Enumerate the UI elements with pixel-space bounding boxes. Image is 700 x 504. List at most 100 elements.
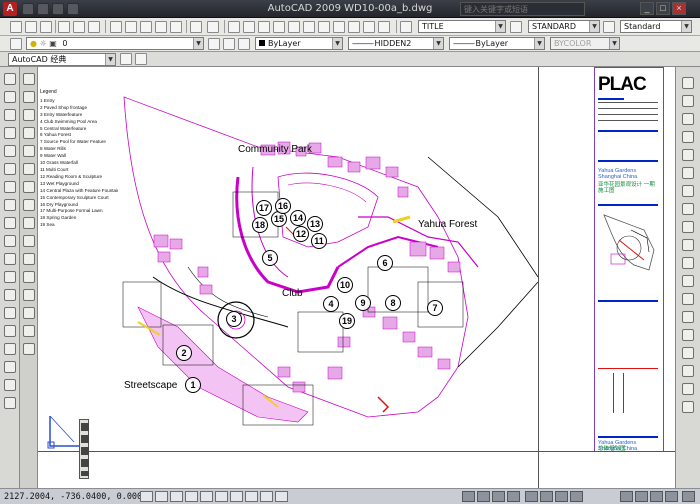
ortho-toggle[interactable] (170, 491, 183, 502)
ellipse-icon[interactable] (4, 235, 16, 247)
rectangle-icon[interactable] (4, 145, 16, 157)
redo-icon[interactable] (207, 21, 219, 33)
cut-icon[interactable] (110, 21, 122, 33)
snap-toggle[interactable] (140, 491, 153, 502)
pan-icon[interactable] (228, 21, 240, 33)
copy-object-icon[interactable] (23, 91, 35, 103)
arc-icon[interactable] (4, 163, 16, 175)
layer-states-icon[interactable] (238, 38, 250, 50)
properties-icon[interactable] (288, 21, 300, 33)
text-style-icon[interactable] (400, 21, 412, 33)
make-block-icon[interactable] (4, 289, 16, 301)
move-icon[interactable] (23, 163, 35, 175)
layer-previous-icon[interactable] (223, 38, 235, 50)
linetype-select[interactable]: ——— HIDDEN2 ▼ (348, 37, 444, 50)
dist-icon[interactable] (682, 77, 694, 89)
fillet-icon[interactable] (23, 325, 35, 337)
layout-button[interactable] (477, 491, 490, 502)
toolbar-lock-icon[interactable] (665, 491, 678, 502)
ducs-toggle[interactable] (230, 491, 243, 502)
quick-dim-icon[interactable] (682, 239, 694, 251)
help-icon[interactable] (378, 21, 390, 33)
make-current-layer-icon[interactable] (208, 38, 220, 50)
hatch-icon[interactable] (4, 325, 16, 337)
dim-break-icon[interactable] (682, 311, 694, 323)
search-input[interactable] (460, 2, 585, 16)
undo-icon[interactable] (190, 21, 202, 33)
design-center-icon[interactable] (303, 21, 315, 33)
close-button[interactable]: × (672, 2, 686, 15)
array-icon[interactable] (23, 145, 35, 157)
paste-icon[interactable] (140, 21, 152, 33)
grid-toggle[interactable] (155, 491, 168, 502)
workspace-save-icon[interactable] (135, 53, 147, 65)
region-icon[interactable] (4, 361, 16, 373)
color-select[interactable]: ByLayer ▼ (255, 37, 343, 50)
center-mark-icon[interactable] (682, 347, 694, 359)
gradient-icon[interactable] (4, 343, 16, 355)
dim-style-select[interactable]: STANDARD ▼ (528, 20, 600, 33)
steeringwheel-icon[interactable] (555, 491, 568, 502)
dim-ordinate-icon[interactable] (682, 149, 694, 161)
join-icon[interactable] (23, 289, 35, 301)
chamfer-icon[interactable] (23, 307, 35, 319)
block-editor-icon[interactable] (170, 21, 182, 33)
rotate-icon[interactable] (23, 181, 35, 193)
polyline-icon[interactable] (4, 109, 16, 121)
workspace-switch-icon[interactable] (650, 491, 663, 502)
table-icon[interactable] (4, 379, 16, 391)
qp-toggle[interactable] (275, 491, 288, 502)
match-properties-icon[interactable] (155, 21, 167, 33)
dim-radius-icon[interactable] (682, 167, 694, 179)
osnap-toggle[interactable] (200, 491, 213, 502)
tool-palettes-icon[interactable] (318, 21, 330, 33)
otrack-toggle[interactable] (215, 491, 228, 502)
tolerance-icon[interactable] (682, 329, 694, 341)
layer-select[interactable]: ● ☼ ▣ 0 ▼ (26, 37, 204, 50)
open-icon[interactable] (25, 21, 37, 33)
mirror-icon[interactable] (23, 109, 35, 121)
text-style-select[interactable]: TITLE ▼ (418, 20, 506, 33)
dim-jogged-icon[interactable] (682, 185, 694, 197)
floating-tool-icon[interactable] (81, 435, 89, 443)
floating-tool-icon[interactable] (81, 423, 89, 431)
dim-angular-icon[interactable] (682, 221, 694, 233)
trim-icon[interactable] (23, 235, 35, 247)
quick-view-drawings-icon[interactable] (507, 491, 520, 502)
extend-icon[interactable] (23, 253, 35, 265)
spline-icon[interactable] (4, 217, 16, 229)
revision-cloud-icon[interactable] (4, 199, 16, 211)
plot-icon[interactable] (58, 21, 70, 33)
workspace-select[interactable]: AutoCAD 经典 ▼ (8, 53, 116, 66)
quick-view-layouts-icon[interactable] (492, 491, 505, 502)
workspace-settings-icon[interactable] (120, 53, 132, 65)
lineweight-select[interactable]: ——— ByLayer ▼ (449, 37, 545, 50)
publish-icon[interactable] (88, 21, 100, 33)
floating-tool-icon[interactable] (81, 459, 89, 467)
app-logo-icon[interactable]: A (3, 2, 17, 16)
circle-icon[interactable] (4, 181, 16, 193)
multiline-text-icon[interactable] (4, 397, 16, 409)
model-space-button[interactable] (462, 491, 475, 502)
polygon-icon[interactable] (4, 127, 16, 139)
minimize-button[interactable]: _ (640, 2, 654, 15)
plot-preview-icon[interactable] (73, 21, 85, 33)
explode-icon[interactable] (23, 343, 35, 355)
annotation-visibility-icon[interactable] (635, 491, 648, 502)
pan-status-icon[interactable] (525, 491, 538, 502)
print-icon[interactable] (67, 3, 79, 15)
lwt-toggle[interactable] (260, 491, 273, 502)
table-style-icon[interactable] (603, 21, 615, 33)
save-file-icon[interactable] (52, 3, 64, 15)
new-icon[interactable] (10, 21, 22, 33)
polar-toggle[interactable] (185, 491, 198, 502)
copy-icon[interactable] (125, 21, 137, 33)
stretch-icon[interactable] (23, 217, 35, 229)
zoom-realtime-icon[interactable] (243, 21, 255, 33)
dim-baseline-icon[interactable] (682, 257, 694, 269)
insert-block-icon[interactable] (4, 271, 16, 283)
break-icon[interactable] (23, 271, 35, 283)
zoom-status-icon[interactable] (540, 491, 553, 502)
dim-diameter-icon[interactable] (682, 203, 694, 215)
dim-linear-icon[interactable] (682, 95, 694, 107)
